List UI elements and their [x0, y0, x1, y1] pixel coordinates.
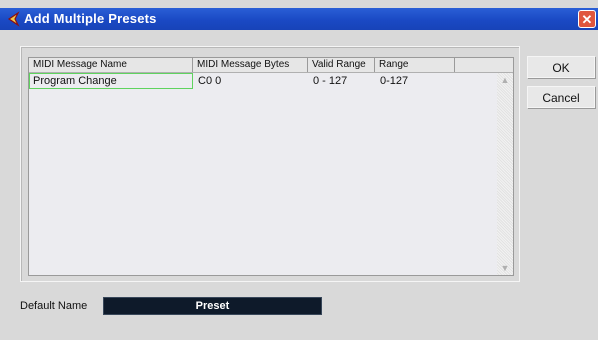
table-header: MIDI Message Name MIDI Message Bytes Val…: [29, 58, 513, 73]
column-header-midi-message-bytes[interactable]: MIDI Message Bytes: [193, 58, 308, 72]
column-header-range[interactable]: Range: [375, 58, 455, 72]
column-header-valid-range[interactable]: Valid Range: [308, 58, 375, 72]
scroll-down-icon[interactable]: ▼: [498, 261, 512, 275]
window-title: Add Multiple Presets: [24, 11, 157, 26]
column-header-midi-message-name[interactable]: MIDI Message Name: [29, 58, 193, 72]
cell-midi-message-bytes[interactable]: C0 0: [195, 73, 308, 89]
scroll-up-icon[interactable]: ▲: [498, 73, 512, 87]
column-header-empty: [455, 58, 513, 72]
vertical-scrollbar[interactable]: ▲ ▼: [497, 73, 513, 275]
default-name-label: Default Name: [20, 300, 88, 312]
title-bar[interactable]: Add Multiple Presets ✕: [0, 8, 598, 30]
add-multiple-presets-dialog: Add Multiple Presets ✕ MIDI Message Name…: [0, 0, 598, 340]
default-name-field[interactable]: Preset: [103, 297, 322, 315]
app-logo-icon: [4, 10, 22, 28]
close-icon: ✕: [581, 12, 593, 27]
presets-table: MIDI Message Name MIDI Message Bytes Val…: [28, 57, 514, 276]
ok-button[interactable]: OK: [527, 56, 595, 78]
cancel-button[interactable]: Cancel: [527, 86, 595, 108]
table-row[interactable]: Program Change C0 0 0 - 127 0-127: [29, 73, 513, 89]
cell-range[interactable]: 0-127: [377, 73, 455, 89]
close-button[interactable]: ✕: [578, 10, 596, 28]
cell-midi-message-name[interactable]: Program Change: [29, 73, 193, 89]
cell-valid-range[interactable]: 0 - 127: [310, 73, 375, 89]
